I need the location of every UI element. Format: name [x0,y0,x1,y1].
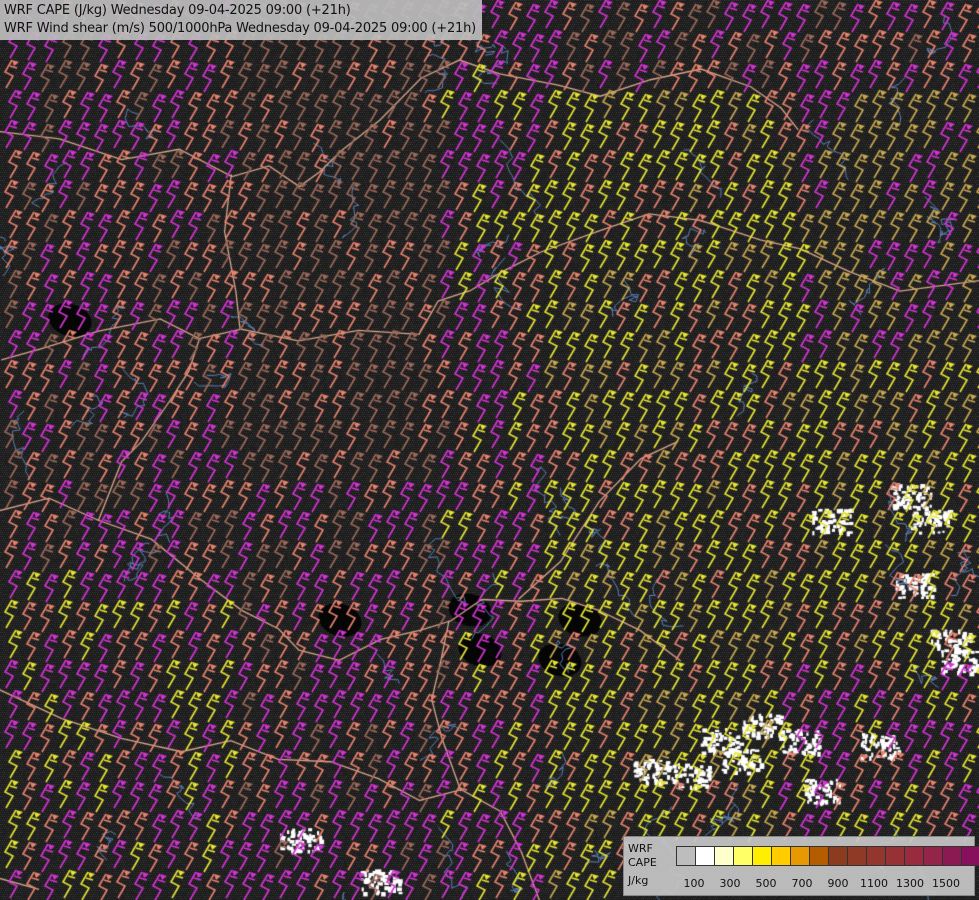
map-title: WRF CAPE (J/kg) Wednesday 09-04-2025 09:… [0,0,483,40]
legend-label-variable: CAPE [628,856,657,869]
legend-swatch [771,846,791,866]
legend-tick-labels: 100 300 500 700 900 1100 1300 1500 [624,877,974,891]
title-line-cape: WRF CAPE (J/kg) Wednesday 09-04-2025 09:… [4,3,351,18]
legend-swatch [885,846,905,866]
legend-tick: 900 [827,877,849,890]
legend-tick: 1300 [896,877,924,890]
legend-swatch [942,846,962,866]
legend-swatch [809,846,829,866]
legend-tick: 1500 [932,877,960,890]
legend-swatch [961,846,979,866]
legend-swatch [904,846,924,866]
legend-swatch [790,846,810,866]
legend-tick: 100 [683,877,705,890]
legend-swatch [676,846,696,866]
legend-tick: 1100 [860,877,888,890]
legend-tick: 700 [791,877,813,890]
legend-label-model: WRF [628,842,653,855]
legend-swatch [752,846,772,866]
map-canvas [0,0,979,900]
legend-swatch [847,846,867,866]
legend-swatch [714,846,734,866]
legend-swatch [866,846,886,866]
legend-swatch [695,846,715,866]
legend-tick: 300 [719,877,741,890]
legend-swatch [923,846,943,866]
legend-swatch [828,846,848,866]
cape-legend: WRF CAPE J/kg 100 300 500 700 900 1100 1300 150… [623,836,979,896]
title-line-shear: WRF Wind shear (m/s) 500/1000hPa Wednesd… [4,21,477,36]
legend-tick: 500 [755,877,777,890]
legend-swatch [733,846,753,866]
legend-color-scale [676,846,979,866]
